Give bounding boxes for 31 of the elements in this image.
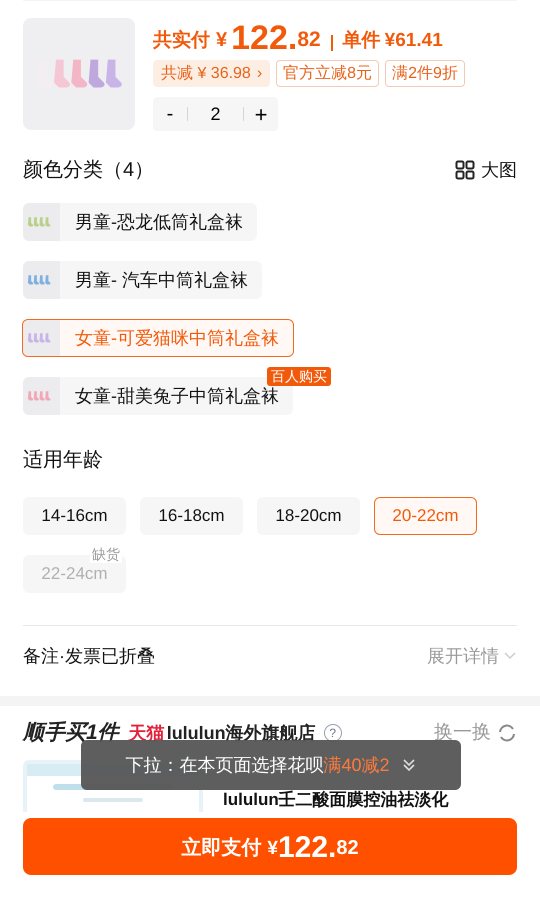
notes-label: 备注·发票已折叠 (23, 644, 155, 668)
size-option[interactable]: 16-18cm (140, 497, 243, 535)
store-name: lululun海外旗舰店 (166, 722, 316, 744)
refresh-icon (497, 723, 517, 743)
quantity-value[interactable]: 2 (188, 100, 243, 128)
promo-tag: 满2件9折 (385, 60, 465, 87)
section-title: 适用年龄 (22, 448, 104, 473)
unit-label: 单件 (342, 28, 381, 52)
chevron-down-icon (503, 651, 517, 661)
double-chevron-down-icon (400, 757, 417, 773)
popularity-badge: 百人购买 (267, 367, 331, 386)
out-of-stock-label: 缺货 (90, 545, 122, 563)
grid-icon (455, 160, 475, 180)
product-name: lululun壬二酸面膜控油祛淡化 (223, 789, 449, 811)
store-prefix: 天猫 (128, 722, 165, 744)
toast-text: 下拉：在本页面选择花呗满40减2 (125, 754, 390, 776)
section-title: 颜色分类（4） (23, 158, 154, 183)
promo-tag: 官方立减8元 (276, 60, 380, 87)
unit-price: ¥61.41 (384, 28, 443, 52)
total-label: 共实付 (153, 28, 210, 52)
color-option[interactable]: 男童- 汽车中筒礼盒袜 (23, 261, 262, 299)
decrease-button[interactable]: - (153, 99, 187, 129)
currency-sign: ¥ (216, 28, 228, 53)
large-view-button[interactable]: 大图 (455, 156, 517, 184)
size-option[interactable]: 18-20cm (257, 497, 360, 535)
total-price-decimal: 82 (297, 26, 321, 52)
increase-button[interactable]: + (244, 98, 278, 130)
addon-title: 顺手买1件 (23, 720, 119, 746)
total-price-integer: 122. (231, 18, 298, 58)
size-option[interactable]: 14-16cm (23, 497, 126, 535)
color-option[interactable]: 男童-恐龙低筒礼盒袜 (23, 203, 257, 241)
